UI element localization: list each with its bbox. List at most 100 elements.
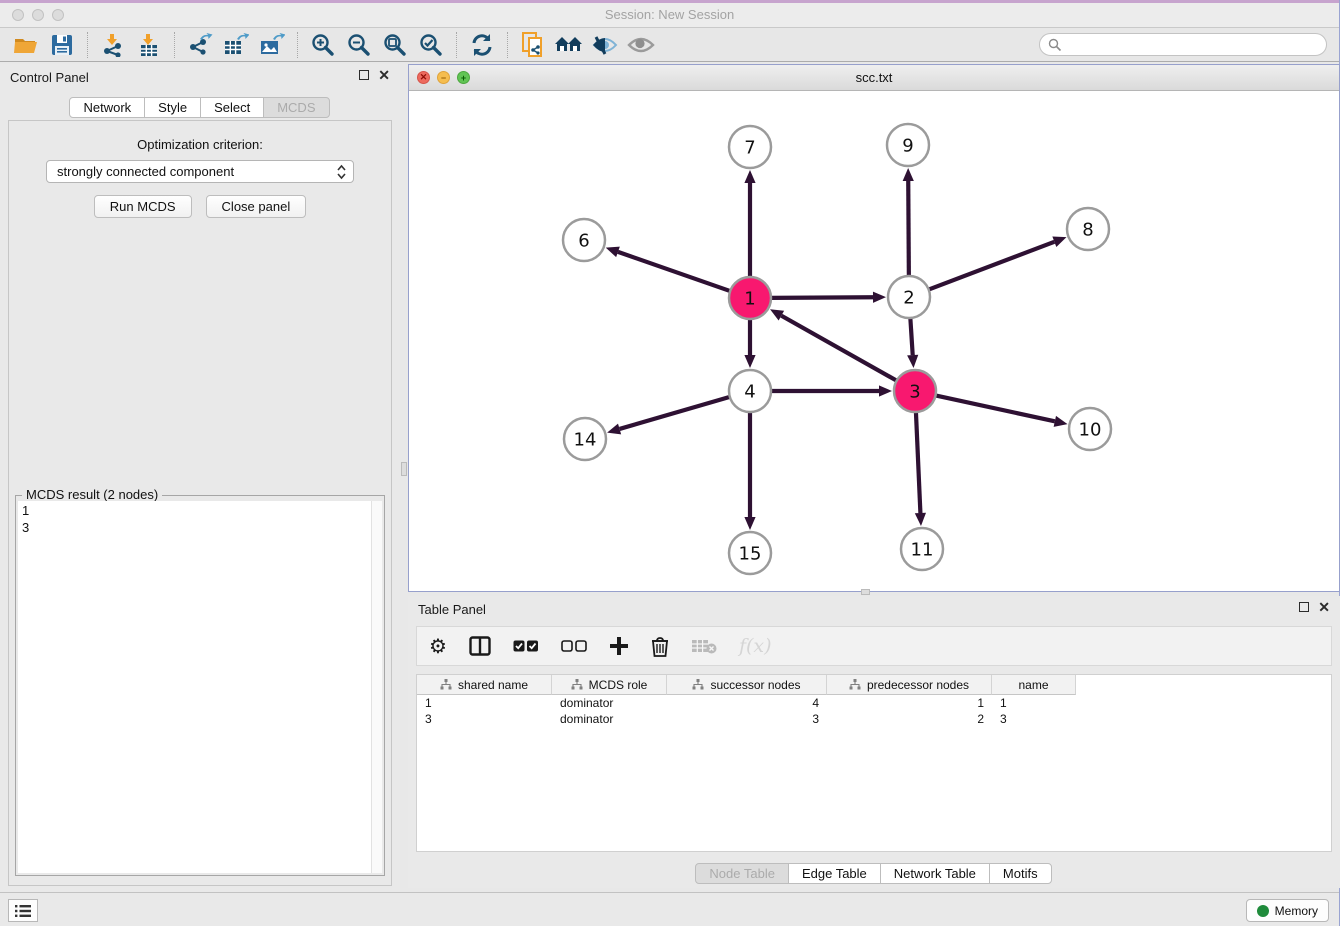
tab-network-table[interactable]: Network Table (880, 863, 990, 884)
save-session-button[interactable] (44, 30, 80, 60)
network-canvas[interactable]: 7 9 6 8 1 2 4 3 14 10 15 11 (409, 91, 1339, 591)
graph-node-label: 7 (744, 137, 755, 158)
refresh-view-button[interactable] (464, 30, 500, 60)
hide-selected-button[interactable] (587, 30, 623, 60)
table-panel: Table Panel ✕ ⚙ (408, 596, 1340, 888)
graph-edge-2-3[interactable] (910, 318, 912, 355)
column-header-MCDS-role[interactable]: MCDS role (552, 675, 667, 695)
plus-icon (609, 636, 629, 656)
graph-node-14[interactable]: 14 (564, 418, 606, 460)
table-cell[interactable]: 1 (417, 695, 552, 711)
select-all-button[interactable] (513, 640, 539, 653)
column-header-successor-nodes[interactable]: successor nodes (667, 675, 827, 695)
table-row[interactable]: 3dominator323 (417, 711, 1331, 727)
memory-button[interactable]: Memory (1246, 899, 1329, 922)
graph-node-1[interactable]: 1 (729, 277, 771, 319)
tab-style[interactable]: Style (144, 97, 201, 118)
graph-node-15[interactable]: 15 (729, 532, 771, 574)
export-network-button[interactable] (182, 30, 218, 60)
horizontal-splitter-handle[interactable] (861, 589, 870, 595)
graph-node-10[interactable]: 10 (1069, 408, 1111, 450)
close-panel-icon[interactable]: ✕ (378, 70, 390, 80)
graph-edge-2-8[interactable] (929, 242, 1055, 290)
toolbar-separator (456, 32, 457, 58)
window-title: Session: New Session (0, 7, 1339, 22)
open-session-button[interactable] (8, 30, 44, 60)
export-image-button[interactable] (254, 30, 290, 60)
table-cell[interactable]: dominator (552, 711, 667, 727)
graph-edge-3-1[interactable] (781, 316, 896, 381)
column-header-shared-name[interactable]: shared name (417, 675, 552, 695)
search-input[interactable] (1062, 38, 1326, 52)
vertical-splitter[interactable] (400, 64, 408, 892)
zoom-out-icon (347, 33, 371, 57)
graph-node-3[interactable]: 3 (894, 370, 936, 412)
column-header-name[interactable]: name (992, 675, 1076, 695)
delete-column-button[interactable] (691, 638, 717, 654)
table-cell[interactable]: 3 (667, 711, 827, 727)
table-cell[interactable]: 3 (417, 711, 552, 727)
network-window-titlebar[interactable]: ✕ − + scc.txt (409, 65, 1339, 91)
graph-node-11[interactable]: 11 (901, 528, 943, 570)
table-cell[interactable]: 1 (992, 695, 1076, 711)
graph-edge-1-6[interactable] (618, 252, 730, 291)
zoom-out-button[interactable] (341, 30, 377, 60)
run-mcds-button[interactable]: Run MCDS (94, 195, 192, 218)
add-column-button[interactable] (609, 636, 629, 656)
table-row[interactable]: 1dominator411 (417, 695, 1331, 711)
tab-edge-table[interactable]: Edge Table (788, 863, 881, 884)
zoom-selected-button[interactable] (413, 30, 449, 60)
show-all-button[interactable] (623, 30, 659, 60)
splitter-handle[interactable] (401, 462, 407, 476)
zoom-in-button[interactable] (305, 30, 341, 60)
mcds-result-textarea[interactable]: 13 (18, 501, 382, 873)
table-cell[interactable]: 3 (992, 711, 1076, 727)
network-file-button[interactable] (515, 30, 551, 60)
table-cell[interactable]: 2 (827, 711, 992, 727)
graph-edge-4-14[interactable] (620, 397, 730, 429)
graph-edge-1-2[interactable] (771, 297, 873, 298)
network-view-title: scc.txt (409, 70, 1339, 85)
export-table-button[interactable] (218, 30, 254, 60)
graph-node-6[interactable]: 6 (563, 219, 605, 261)
graph-node-4[interactable]: 4 (729, 370, 771, 412)
table-cell[interactable]: 1 (827, 695, 992, 711)
deselect-all-button[interactable] (561, 640, 587, 653)
home-button[interactable] (551, 30, 587, 60)
float-table-panel-icon[interactable] (1299, 602, 1309, 612)
graph-node-label: 8 (1082, 219, 1093, 240)
control-panel-header: Control Panel ✕ (0, 64, 400, 92)
close-table-panel-icon[interactable]: ✕ (1318, 602, 1330, 612)
result-scrollbar[interactable] (371, 501, 382, 873)
table-cell[interactable]: dominator (552, 695, 667, 711)
graph-edge-3-11[interactable] (916, 412, 920, 513)
tab-network[interactable]: Network (69, 97, 145, 118)
graph-node-8[interactable]: 8 (1067, 208, 1109, 250)
float-panel-icon[interactable] (359, 70, 369, 80)
graph-edge-2-9[interactable] (908, 181, 909, 276)
graph-node-7[interactable]: 7 (729, 126, 771, 168)
tab-motifs[interactable]: Motifs (989, 863, 1052, 884)
tab-mcds[interactable]: MCDS (263, 97, 329, 118)
search-field[interactable] (1039, 33, 1327, 56)
column-header-predecessor-nodes[interactable]: predecessor nodes (827, 675, 992, 695)
import-table-button[interactable] (131, 30, 167, 60)
graph-node-9[interactable]: 9 (887, 124, 929, 166)
table-cell[interactable]: 4 (667, 695, 827, 711)
graph-node-label: 1 (744, 288, 755, 309)
function-builder-button[interactable]: f(x) (739, 635, 772, 657)
close-panel-button[interactable]: Close panel (206, 195, 307, 218)
show-columns-button[interactable] (469, 636, 491, 656)
criterion-dropdown[interactable]: strongly connected component (46, 160, 354, 183)
delete-rows-button[interactable] (651, 636, 669, 657)
tab-node-table[interactable]: Node Table (695, 863, 789, 884)
task-history-button[interactable] (8, 899, 38, 922)
zoom-fit-button[interactable] (377, 30, 413, 60)
graph-edge-3-10[interactable] (936, 395, 1055, 421)
graph-node-2[interactable]: 2 (888, 276, 930, 318)
table-mode-button[interactable]: ⚙ (429, 634, 447, 659)
import-network-button[interactable] (95, 30, 131, 60)
eye-icon (627, 36, 655, 54)
application-window: Session: New Session (0, 0, 1340, 926)
tab-select[interactable]: Select (200, 97, 264, 118)
